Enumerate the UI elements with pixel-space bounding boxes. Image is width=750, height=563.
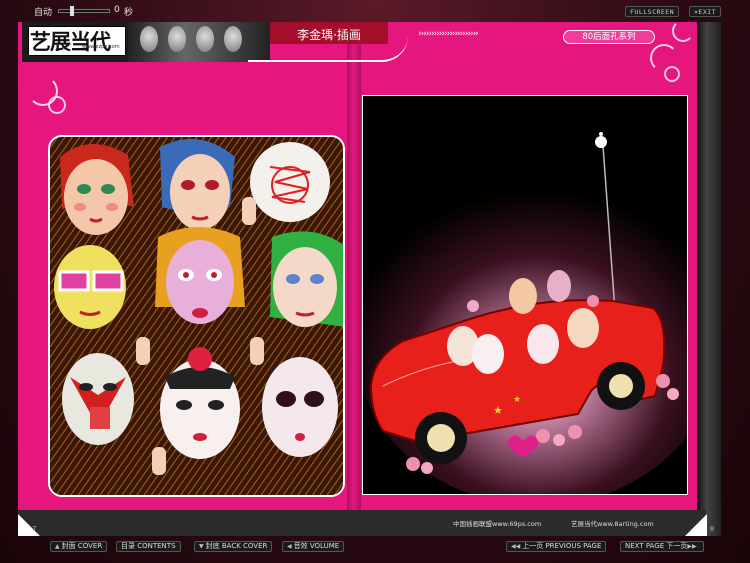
mask-face-image [196,26,214,52]
exit-label: EXIT [698,8,717,16]
up-arrow-icon: ▲ [55,543,60,550]
autoplay-slider-handle[interactable] [70,6,74,16]
footer-credit-left: 中国插画联盟www.69ps.com [453,520,542,528]
back-cover-label: 封底 BACK COVER [205,542,268,550]
back-cover-button[interactable]: ▼ 封底 BACK COVER [194,541,273,552]
book-gutter [347,22,361,536]
illustration-car: ★ ★ [362,95,688,495]
book-edge [697,22,721,536]
contents-button[interactable]: 目录 CONTENTS [116,541,181,552]
svg-text:★: ★ [493,404,503,417]
footer-credit-right: 艺展当代www.8arting.com [571,520,654,528]
swirl-decoration [48,96,66,114]
page-title: 李金瑀·插画 [297,28,361,42]
logo-url: www.ezpe.com [82,44,120,50]
autoplay-seconds-value: 0 [114,5,120,15]
next-page-label: NEXT PAGE 下一页 [625,542,688,550]
double-left-arrow-icon: ◀◀ [511,543,521,550]
autoplay-seconds-label: 秒 [124,8,134,18]
speaker-icon: ◀ [287,543,292,550]
sound-button[interactable]: ◀ 音效 VOLUME [282,541,345,552]
logo-text: 艺展当代 [30,29,111,54]
previous-page-label: 上一页 PREVIOUS PAGE [522,542,602,550]
sound-label: 音效 VOLUME [293,542,340,550]
front-cover-label: 封面 COVER [61,542,103,550]
top-toolbar: 自动 0 秒 FULLSCREEN ✕EXIT [0,0,750,22]
page-number-left: 7 [32,525,37,533]
swirl-decoration [664,66,680,82]
exit-button[interactable]: ✕EXIT [689,6,722,17]
arrow-decoration: ››››››››››››››››››››››› [418,29,479,39]
mask-face-image [168,26,186,52]
page-curl-left[interactable] [18,514,40,536]
page-curl-right[interactable] [685,514,707,536]
front-cover-button[interactable]: ▲ 封面 COVER [50,541,108,552]
mask-face-image [224,26,242,52]
swirl-decoration [672,20,694,42]
mask-face-image [140,26,158,52]
fullscreen-button[interactable]: FULLSCREEN [625,6,680,17]
double-right-arrow-icon: ▶▶ [687,543,697,550]
page-number-right: 8 [710,525,715,533]
next-page-button[interactable]: NEXT PAGE 下一页▶▶ [620,541,704,552]
contents-label: 目录 CONTENTS [121,542,176,550]
previous-page-button[interactable]: ◀◀ 上一页 PREVIOUS PAGE [506,541,607,552]
down-arrow-icon: ▼ [199,543,204,550]
svg-text:★: ★ [513,395,521,405]
autoplay-slider[interactable] [58,9,110,13]
autoplay-label: 自动 [34,8,53,18]
series-tag: 80后面孔系列 [563,30,655,44]
illustration-faces [48,135,345,497]
